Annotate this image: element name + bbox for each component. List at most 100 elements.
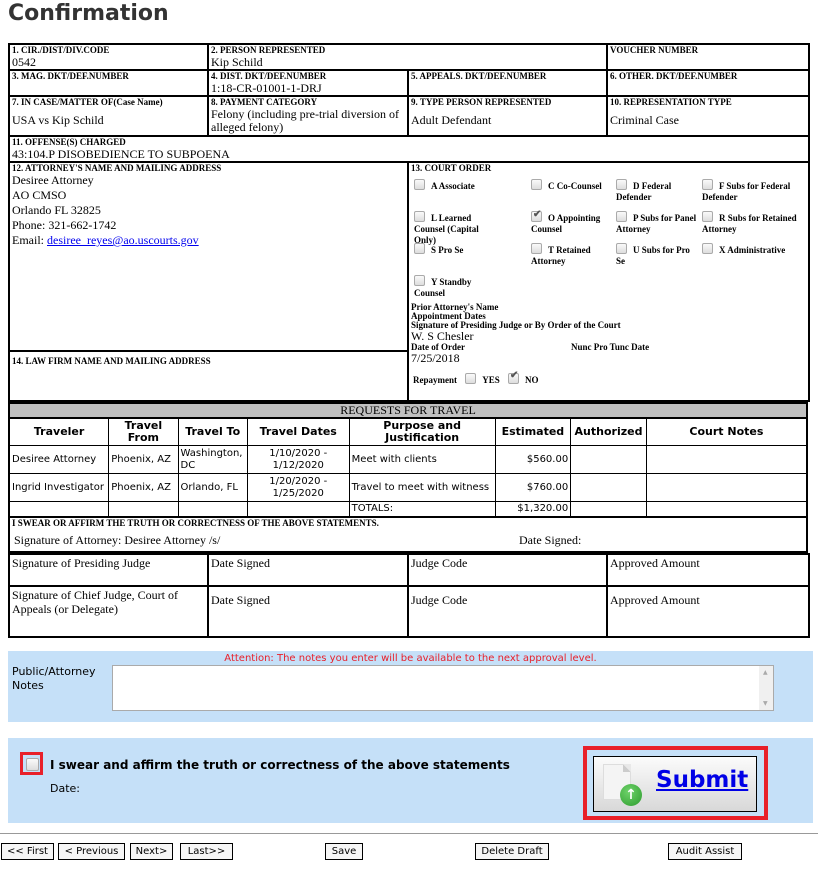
court-order-checkbox[interactable] — [414, 275, 425, 286]
travel-cell-to: Orlando, FL — [177, 473, 248, 502]
court-order-checkbox[interactable] — [616, 211, 627, 222]
court-order-option: P Subs for Panel Attorney — [616, 211, 701, 235]
court-order-option-label: A Associate — [431, 181, 475, 191]
totals-label: TOTALS: — [348, 501, 496, 518]
judge-signatures-table: Signature of Presiding Judge Date Signed… — [8, 553, 810, 638]
travel-cell-purpose: Meet with clients — [348, 445, 496, 474]
court-order-option-label: C Co-Counsel — [548, 181, 602, 191]
repayment-row: Repayment YES NO — [411, 371, 809, 385]
delete-draft-button[interactable]: Delete Draft — [475, 843, 549, 860]
attorney-email-link[interactable]: desiree_reyes@ao.uscourts.gov — [47, 233, 199, 247]
mag-dkt-cell: 3. MAG. DKT/DEF.NUMBER — [8, 69, 209, 97]
person-represented-cell: 2. PERSON REPRESENTED Kip Schild — [207, 43, 608, 71]
scroll-down-icon[interactable]: ▼ — [763, 700, 768, 707]
affirm-date-label: Date: — [50, 782, 80, 795]
presiding-judge-code: Judge Code — [407, 553, 608, 587]
court-order-option: X Administrative — [702, 243, 807, 256]
travel-cell-notes — [645, 473, 808, 502]
court-order-checkbox[interactable] — [414, 243, 425, 254]
chief-approved-amount: Approved Amount — [606, 585, 810, 638]
court-order-option: Y Standby Counsel — [414, 275, 499, 299]
previous-page-button[interactable]: < Previous — [58, 843, 125, 860]
case-name-value: USA vs Kip Schild — [12, 113, 104, 127]
court-order-checkbox[interactable] — [414, 179, 425, 190]
travel-column-header: Travel Dates — [246, 418, 350, 446]
affirm-panel: I swear and affirm the truth or correctn… — [8, 738, 813, 823]
travel-cell-notes — [645, 445, 808, 474]
court-order-checkbox[interactable] — [531, 243, 542, 254]
court-order-option-label: X Administrative — [719, 245, 786, 255]
submit-button[interactable]: ↑ Submit — [593, 756, 757, 812]
next-page-button[interactable]: Next> — [130, 843, 173, 860]
date-of-order-value: 7/25/2018 — [411, 351, 460, 365]
court-order-checkbox[interactable] — [616, 243, 627, 254]
court-order-option: C Co-Counsel — [531, 179, 616, 192]
travel-row: Desiree Attorney Phoenix, AZ Washington, D… — [8, 445, 808, 474]
court-order-option: A Associate — [414, 179, 499, 192]
attorney-phone: Phone: 321-662-1742 — [12, 218, 117, 232]
submit-label[interactable]: Submit — [656, 767, 748, 793]
totals-empty-cell — [645, 501, 808, 518]
repayment-yes-checkbox[interactable] — [465, 373, 477, 384]
travel-cell-estimated: $560.00 — [494, 445, 572, 474]
court-order-checkbox[interactable] — [414, 211, 425, 222]
travel-cell-purpose: Travel to meet with witness — [348, 473, 496, 502]
case-name-cell: 7. IN CASE/MATTER OF(Case Name) USA vs Ki… — [8, 95, 209, 137]
travel-cell-traveler: Ingrid Investigator — [8, 473, 110, 502]
attorney-name: Desiree Attorney — [12, 173, 94, 187]
court-order-option-label: P Subs for Panel Attorney — [616, 213, 697, 234]
notes-scrollbar[interactable]: ▲ ▼ — [759, 666, 773, 710]
cja-voucher-form: 1. CIR./DIST/DIV.CODE 0542 2. PERSON REPR… — [8, 43, 810, 638]
court-order-checkbox[interactable] — [702, 243, 713, 254]
affirm-checkbox-highlight — [20, 752, 43, 775]
page-title: Confirmation — [8, 1, 169, 26]
dist-dkt-cell: 4. DIST. DKT/DEF.NUMBER 1:18-CR-01001-1-D… — [207, 69, 409, 97]
dist-dkt-value: 1:18-CR-01001-1-DRJ — [211, 81, 322, 95]
court-order-checkbox[interactable] — [531, 179, 542, 190]
court-order-checkbox[interactable] — [702, 179, 713, 190]
court-order-option: R Subs for Retained Attorney — [702, 211, 807, 235]
totals-empty-cell — [177, 501, 248, 518]
travel-header-row: Traveler Travel From Travel To Travel Dates… — [8, 418, 808, 446]
court-order-option: D Federal Defender — [616, 179, 701, 203]
type-person-value: Adult Defendant — [411, 113, 492, 127]
presiding-judge-signature: Signature of Presiding Judge — [8, 553, 209, 587]
court-order-option: S Pro Se — [414, 243, 499, 256]
travel-column-header: Court Notes — [645, 418, 808, 446]
cir-code-value: 0542 — [12, 55, 36, 69]
totals-empty-cell — [570, 501, 647, 518]
last-page-button[interactable]: Last>> — [180, 843, 233, 860]
footer-divider — [0, 833, 818, 834]
repayment-no-checkbox[interactable] — [508, 371, 520, 384]
court-order-option-label: S Pro Se — [431, 245, 464, 255]
other-dkt-cell: 6. OTHER. DKT/DEF.NUMBER — [606, 69, 810, 97]
travel-cell-traveler: Desiree Attorney — [8, 445, 110, 474]
attorney-oath-block: I SWEAR OR AFFIRM THE TRUTH OR CORRECTNE… — [8, 518, 808, 553]
court-order-option: T Retained Attorney — [531, 243, 616, 267]
audit-assist-button[interactable]: Audit Assist — [668, 843, 742, 860]
affirm-checkbox[interactable] — [26, 758, 39, 771]
submit-highlight: ↑ Submit — [583, 746, 768, 820]
notes-panel: Attention: The notes you enter will be a… — [8, 651, 813, 722]
travel-column-header: Estimated — [494, 418, 572, 446]
appeals-dkt-cell: 5. APPEALS. DKT/DEF.NUMBER — [407, 69, 608, 97]
travel-column-header: Travel To — [177, 418, 248, 446]
chief-date-signed: Date Signed — [207, 585, 409, 638]
representation-type-value: Criminal Case — [610, 113, 679, 127]
nunc-pro-tunc-label: Nunc Pro Tunc Date — [571, 342, 650, 352]
court-order-option-label: F Subs for Federal Defender — [702, 181, 791, 202]
totals-empty-cell — [108, 501, 179, 518]
cir-code-cell: 1. CIR./DIST/DIV.CODE 0542 — [8, 43, 209, 71]
attorney-signature: Signature of Attorney: Desiree Attorney … — [14, 533, 221, 547]
travel-row: Ingrid Investigator Phoenix, AZ Orlando, F… — [8, 473, 808, 502]
scroll-up-icon[interactable]: ▲ — [763, 669, 768, 676]
travel-cell-dates: 1/10/2020 - 1/12/2020 — [246, 445, 350, 474]
affirm-label: I swear and affirm the truth or correctn… — [50, 758, 510, 772]
attorney-date-signed: Date Signed: — [519, 533, 582, 547]
court-order-checkbox[interactable] — [616, 179, 627, 190]
court-order-checkbox[interactable] — [702, 211, 713, 222]
court-order-checkbox[interactable] — [531, 209, 542, 222]
public-attorney-notes-input[interactable] — [112, 665, 774, 711]
first-page-button[interactable]: << First — [1, 843, 54, 860]
save-button[interactable]: Save — [325, 843, 363, 860]
